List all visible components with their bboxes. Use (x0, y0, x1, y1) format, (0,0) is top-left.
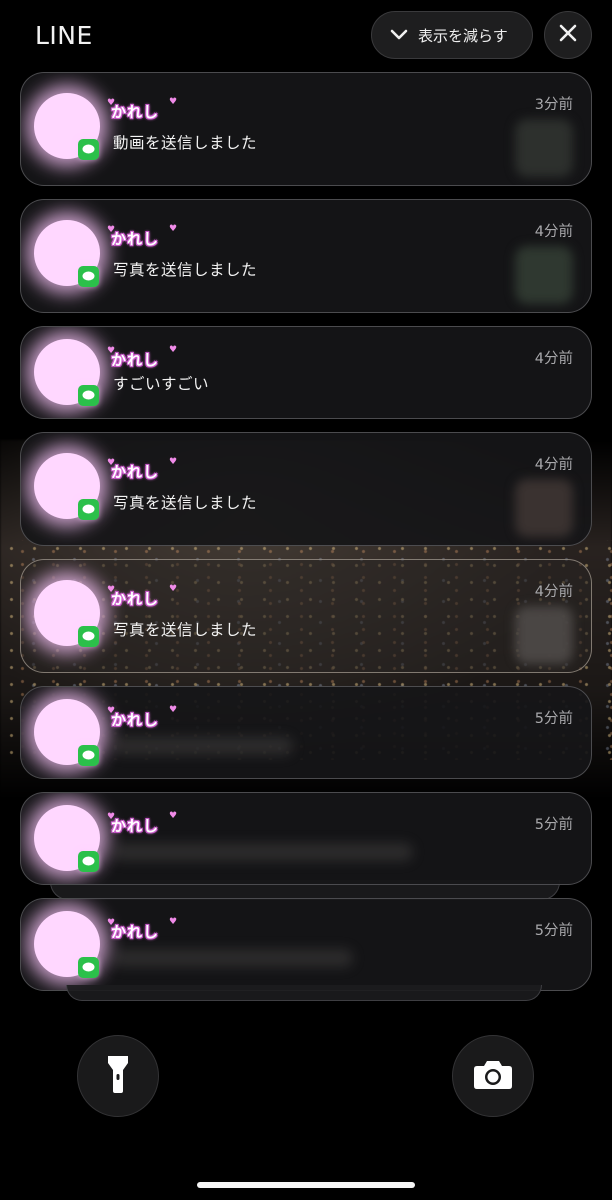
media-thumbnail (515, 479, 573, 537)
notification-card[interactable]: ♥ かれし ♥ 5分前 (20, 686, 592, 779)
sender-name: ♥ かれし ♥ (107, 705, 178, 730)
notification-message: 写真を送信しました (113, 261, 258, 279)
notification-time: 5分前 (534, 923, 573, 939)
line-app-icon (78, 139, 99, 160)
notification-time: 3分前 (534, 97, 573, 113)
notification-card[interactable]: ♥ かれし ♥ 動画を送信しました 3分前 (20, 72, 592, 186)
notification-group-header: LINE 表示を減らす (0, 0, 612, 72)
notification-card[interactable]: ♥ かれし ♥ 写真を送信しました 4分前 (20, 199, 592, 313)
hidden-message-preview (113, 737, 293, 755)
notification-card[interactable]: ♥ かれし ♥ 写真を送信しました 4分前 (20, 559, 592, 673)
notification-message: すごいすごい (113, 375, 210, 393)
heart-icon: ♥ (169, 457, 178, 467)
sender-name: ♥ かれし ♥ (107, 224, 178, 249)
sender-name: ♥ かれし ♥ (107, 917, 178, 942)
lock-screen: LINE 表示を減らす ♥ かれし ♥ 動画を送信しました 3分前 ♥ かれし … (0, 0, 612, 1200)
line-app-icon (78, 626, 99, 647)
camera-icon (473, 1058, 513, 1094)
notification-time: 5分前 (534, 711, 573, 727)
notification-message: 写真を送信しました (113, 494, 258, 512)
sender-name: ♥ かれし ♥ (107, 97, 178, 122)
notification-time: 4分前 (534, 457, 573, 473)
hidden-message-preview (113, 949, 353, 967)
media-thumbnail (515, 119, 573, 177)
sender-name: ♥ かれし ♥ (107, 457, 178, 482)
camera-button[interactable] (452, 1035, 534, 1117)
heart-icon: ♥ (169, 705, 178, 715)
notification-card[interactable]: ♥ かれし ♥ 写真を送信しました 4分前 (20, 432, 592, 546)
stacked-notification-edge (66, 985, 542, 1001)
flashlight-button[interactable] (77, 1035, 159, 1117)
media-thumbnail (515, 246, 573, 304)
heart-icon: ♥ (169, 97, 178, 107)
notification-card[interactable]: ♥ かれし ♥ すごいすごい 4分前 (20, 326, 592, 419)
line-app-icon (78, 499, 99, 520)
close-icon (559, 24, 577, 46)
home-indicator[interactable] (197, 1182, 415, 1188)
sender-name: ♥ かれし ♥ (107, 811, 178, 836)
heart-icon: ♥ (169, 811, 178, 821)
line-app-icon (78, 745, 99, 766)
notification-message: 動画を送信しました (113, 134, 258, 152)
notification-time: 5分前 (534, 817, 573, 833)
notification-time: 4分前 (534, 351, 573, 367)
heart-icon: ♥ (169, 224, 178, 234)
notification-time: 4分前 (534, 224, 573, 240)
clear-group-button[interactable] (544, 11, 592, 59)
media-thumbnail (515, 606, 573, 664)
line-app-icon (78, 957, 99, 978)
heart-icon: ♥ (169, 345, 178, 355)
notification-time: 4分前 (534, 584, 573, 600)
notification-card[interactable]: ♥ かれし ♥ 5分前 (20, 898, 592, 991)
hidden-message-preview (113, 843, 413, 861)
heart-icon: ♥ (169, 917, 178, 927)
show-less-label: 表示を減らす (418, 26, 508, 45)
notification-card[interactable]: ♥ かれし ♥ 5分前 (20, 792, 592, 885)
heart-icon: ♥ (169, 584, 178, 594)
app-group-title: LINE (35, 21, 93, 50)
line-app-icon (78, 385, 99, 406)
notification-message: 写真を送信しました (113, 621, 258, 639)
chevron-down-icon (384, 28, 414, 42)
line-app-icon (78, 266, 99, 287)
line-app-icon (78, 851, 99, 872)
show-less-button[interactable]: 表示を減らす (371, 11, 533, 59)
sender-name: ♥ かれし ♥ (107, 584, 178, 609)
flashlight-icon (105, 1054, 131, 1098)
